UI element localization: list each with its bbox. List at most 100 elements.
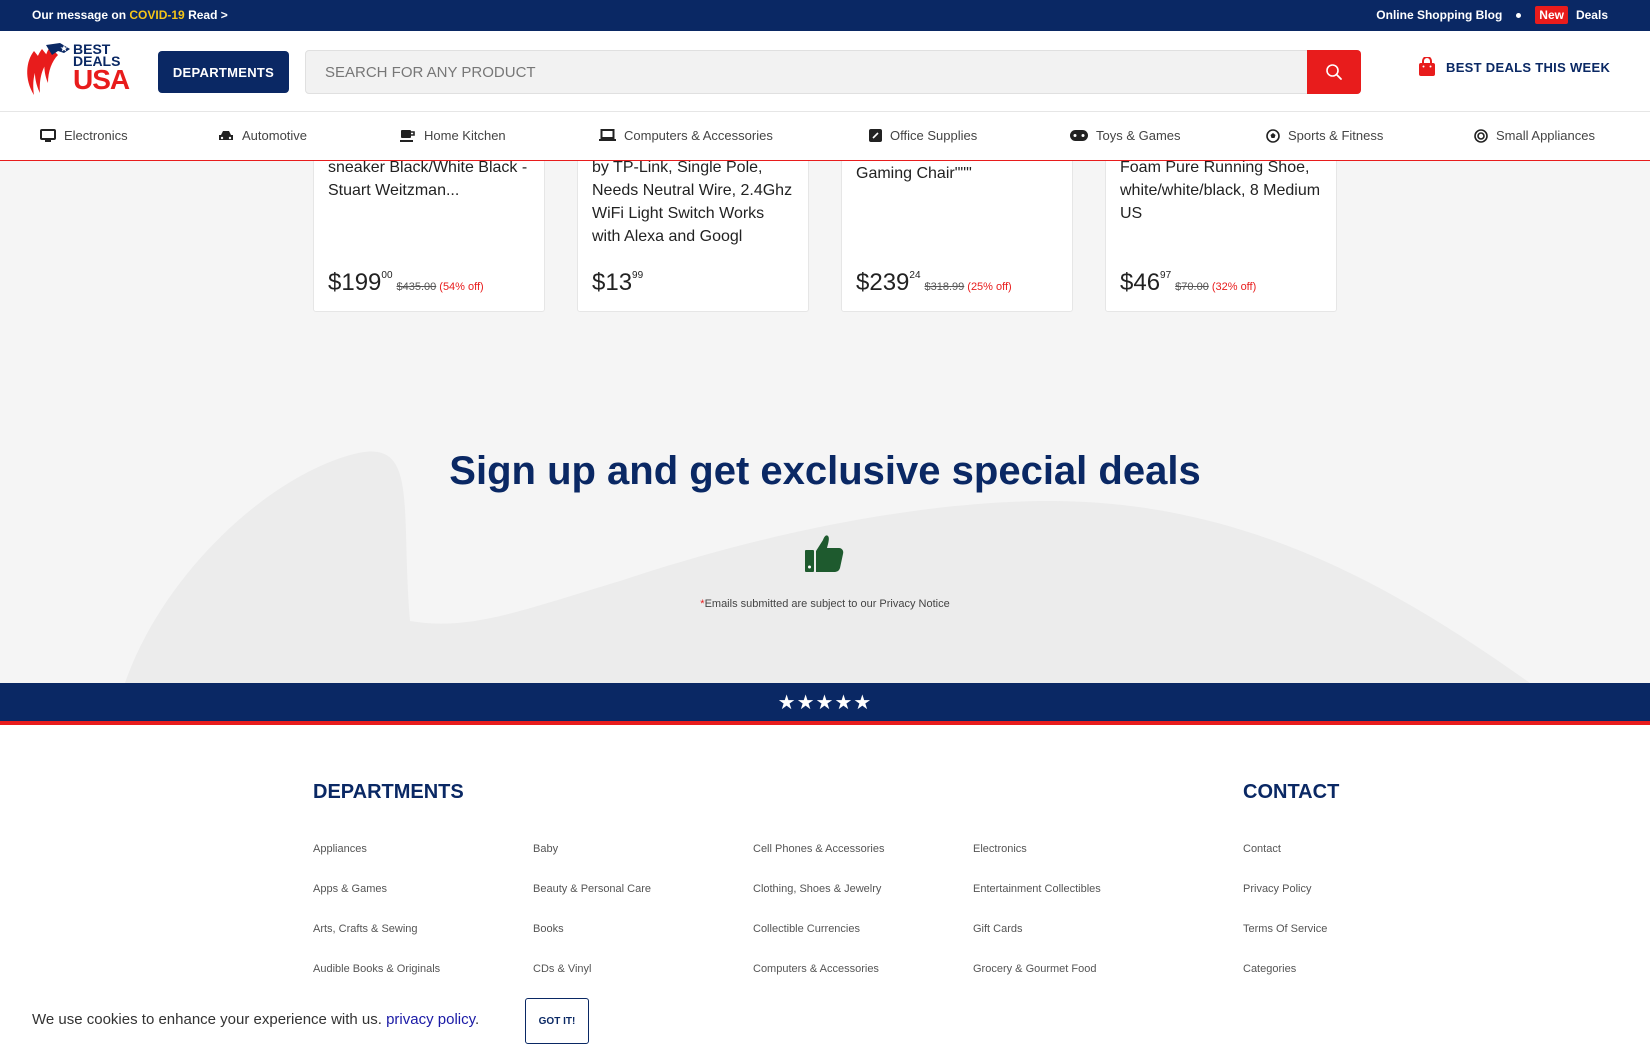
category-toys-games[interactable]: Toys & Games xyxy=(1070,128,1181,143)
separator-dot xyxy=(1516,12,1522,18)
price-cents: 97 xyxy=(1160,270,1172,281)
footer-link[interactable]: Grocery & Gourmet Food xyxy=(973,963,1097,975)
footer-privacy-link[interactable]: Privacy Policy xyxy=(1243,883,1311,895)
footer-contact-link[interactable]: Contact xyxy=(1243,843,1281,855)
old-price: $70.00 xyxy=(1175,281,1209,293)
cookie-banner: We use cookies to enhance your experienc… xyxy=(0,990,1650,1050)
product-card[interactable]: Gaming Chair""" $239 24 $318.99 (25% off… xyxy=(841,161,1073,312)
footer-link[interactable]: Apps & Games xyxy=(313,883,387,895)
category-computers[interactable]: Computers & Accessories xyxy=(599,128,773,143)
category-electronics[interactable]: Electronics xyxy=(40,128,128,143)
category-small-appliances[interactable]: Small Appliances xyxy=(1474,128,1595,143)
product-title[interactable]: Gaming Chair""" xyxy=(856,162,1060,185)
price-cents: 24 xyxy=(909,270,921,281)
footer-link[interactable]: Clothing, Shoes & Jewelry xyxy=(753,883,881,895)
footer-link[interactable]: Electronics xyxy=(973,843,1027,855)
old-price: $435.00 xyxy=(396,281,437,293)
stars-rating: ★★★★★ xyxy=(777,692,873,714)
footer-categories-link[interactable]: Categories xyxy=(1243,963,1296,975)
covid-label[interactable]: COVID-19 xyxy=(129,8,184,22)
cookie-text: We use cookies to enhance your experienc… xyxy=(32,1011,382,1028)
discount: (32% off) xyxy=(1211,281,1257,293)
footer-link[interactable]: Baby xyxy=(533,843,558,855)
top-bar: Our message on COVID-19 Read > Online Sh… xyxy=(0,0,1650,31)
search-button[interactable] xyxy=(1307,50,1361,94)
site-header: BEST DEALS USA DEPARTMENTS BEST DEALS TH… xyxy=(0,31,1650,112)
product-price: $239 24 $318.99 (25% off) xyxy=(856,269,1012,297)
monitor-icon xyxy=(40,128,56,142)
footer-contact-heading: CONTACT xyxy=(1243,781,1340,803)
category-label: Home Kitchen xyxy=(424,128,506,143)
price-dollars: $46 xyxy=(1120,269,1161,296)
car-icon xyxy=(219,130,233,140)
blog-link[interactable]: Online Shopping Blog xyxy=(1376,8,1502,22)
cookie-message: We use cookies to enhance your experienc… xyxy=(32,1011,479,1028)
price-dollars: $13 xyxy=(592,269,633,296)
search-input[interactable] xyxy=(306,51,1306,93)
footer-link[interactable]: Beauty & Personal Care xyxy=(533,883,651,895)
footer-link[interactable]: Gift Cards xyxy=(973,923,1023,935)
search-bar xyxy=(305,50,1361,94)
product-card[interactable]: sneaker Black/White Black - Stuart Weitz… xyxy=(313,161,545,312)
new-badge: New xyxy=(1535,6,1568,24)
category-label: Office Supplies xyxy=(890,128,978,143)
best-deals-link[interactable]: BEST DEALS THIS WEEK xyxy=(1418,57,1610,77)
ring-icon xyxy=(1474,128,1488,143)
footer-link[interactable]: Cell Phones & Accessories xyxy=(753,843,884,855)
signup-title: Sign up and get exclusive special deals xyxy=(449,449,1201,493)
category-label: Automotive xyxy=(242,128,308,143)
old-price: $318.99 xyxy=(924,281,965,293)
got-it-button[interactable]: GOT IT! xyxy=(525,998,589,1044)
product-title[interactable]: sneaker Black/White Black - Stuart Weitz… xyxy=(328,161,532,202)
footer-link[interactable]: Collectible Currencies xyxy=(753,923,860,935)
privacy-notice: *Emails submitted are subject to our Pri… xyxy=(0,598,1650,610)
privacy-policy-link[interactable]: privacy policy xyxy=(386,1011,475,1028)
price-dollars: $199 xyxy=(328,269,382,296)
footer-link[interactable]: CDs & Vinyl xyxy=(533,963,591,975)
laptop-icon xyxy=(599,129,616,141)
price-cents: 99 xyxy=(632,270,644,281)
cookie-period: . xyxy=(475,1011,480,1028)
footer-link[interactable]: Audible Books & Originals xyxy=(313,963,440,975)
footer-link[interactable]: Books xyxy=(533,923,564,935)
discount: (25% off) xyxy=(967,281,1012,293)
category-label: Toys & Games xyxy=(1096,128,1181,143)
price-cents: 00 xyxy=(381,270,393,281)
read-link[interactable]: Read > xyxy=(188,8,228,22)
stars-band: ★★★★★ xyxy=(0,683,1650,725)
search-icon xyxy=(1326,64,1342,80)
product-title[interactable]: Foam Pure Running Shoe, white/white/blac… xyxy=(1120,161,1324,225)
footer-terms-link[interactable]: Terms Of Service xyxy=(1243,923,1327,935)
notice-text: Emails submitted are subject to our Priv… xyxy=(704,598,950,610)
discount: (54% off) xyxy=(439,281,484,293)
category-label: Computers & Accessories xyxy=(624,128,773,143)
main-content: sneaker Black/White Black - Stuart Weitz… xyxy=(0,161,1650,683)
deals-link[interactable]: Deals xyxy=(1576,8,1608,22)
category-label: Small Appliances xyxy=(1496,128,1595,143)
eagle-logo-icon xyxy=(27,43,70,95)
footer-link[interactable]: Appliances xyxy=(313,843,367,855)
category-nav: Electronics Automotive Home Kitchen Comp… xyxy=(0,112,1650,161)
product-price: $46 97 $70.00 (32% off) xyxy=(1120,269,1256,297)
best-deals-label: BEST DEALS THIS WEEK xyxy=(1446,59,1611,75)
departments-button[interactable]: DEPARTMENTS xyxy=(158,51,289,93)
product-title[interactable]: by TP-Link, Single Pole, Needs Neutral W… xyxy=(592,161,796,248)
gamepad-icon xyxy=(1070,130,1088,141)
footer-link[interactable]: Arts, Crafts & Sewing xyxy=(313,923,418,935)
category-automotive[interactable]: Automotive xyxy=(218,128,307,143)
logo[interactable]: BEST DEALS USA xyxy=(24,42,136,101)
footer-departments-heading: DEPARTMENTS xyxy=(313,781,464,803)
footer-link[interactable]: Entertainment Collectibles xyxy=(973,883,1101,895)
shopping-bag-icon xyxy=(1419,57,1435,76)
logo-usa: USA xyxy=(73,64,130,95)
covid-message[interactable]: Our message on COVID-19 Read > xyxy=(32,8,228,22)
category-home-kitchen[interactable]: Home Kitchen xyxy=(400,128,506,143)
covid-message-prefix: Our message on xyxy=(32,8,127,22)
category-label: Electronics xyxy=(64,128,128,143)
product-card[interactable]: Foam Pure Running Shoe, white/white/blac… xyxy=(1105,161,1337,312)
product-card[interactable]: by TP-Link, Single Pole, Needs Neutral W… xyxy=(577,161,809,312)
footer-link[interactable]: Computers & Accessories xyxy=(753,963,879,975)
coffee-cup-icon xyxy=(400,129,415,142)
category-office-supplies[interactable]: Office Supplies xyxy=(869,128,977,143)
category-sports-fitness[interactable]: Sports & Fitness xyxy=(1266,128,1383,143)
